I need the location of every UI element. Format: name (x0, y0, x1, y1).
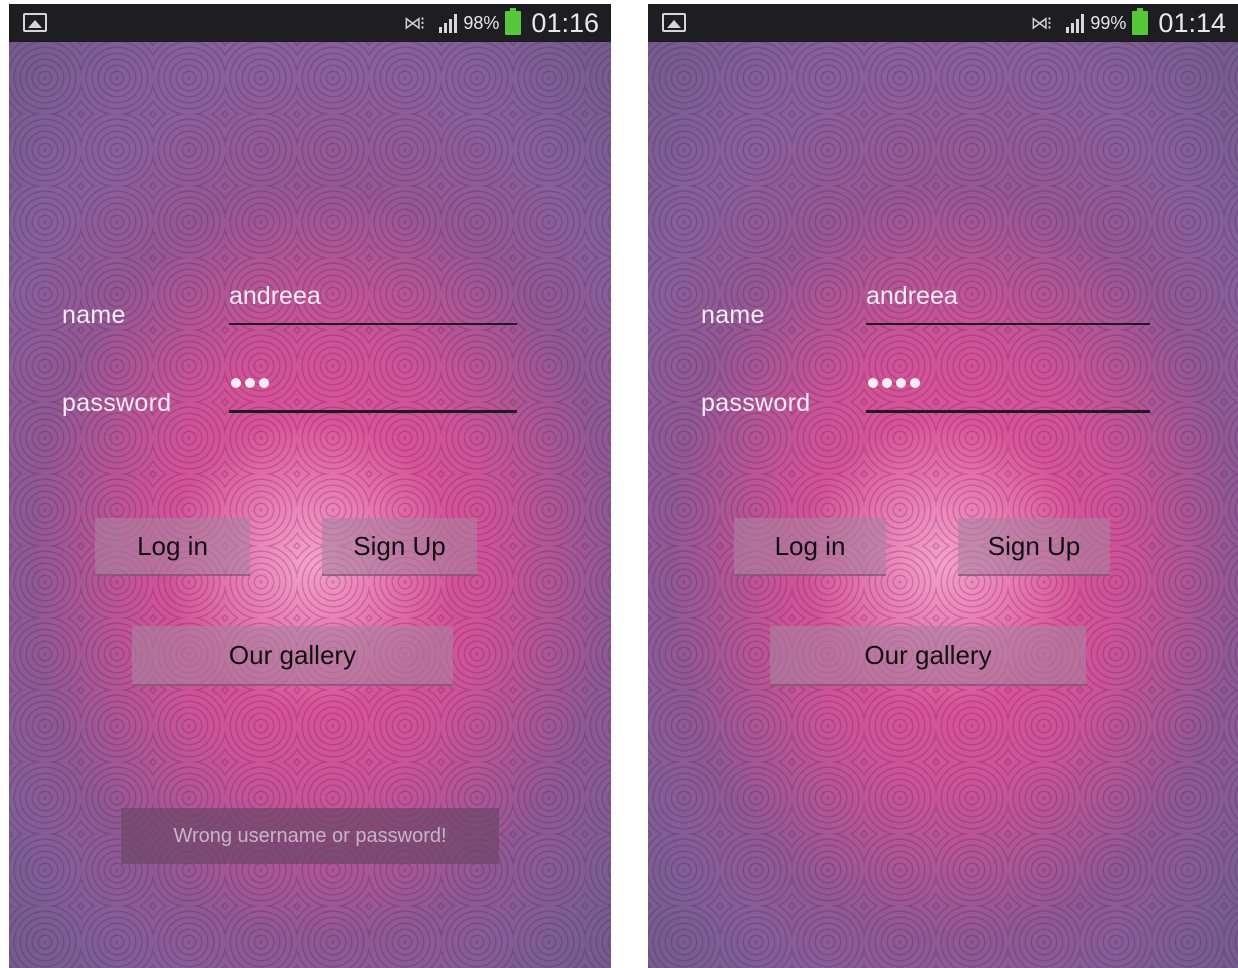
password-dot (910, 378, 920, 388)
battery-percentage: 99% (1090, 12, 1127, 33)
battery-percentage: 98% (463, 12, 500, 33)
password-input[interactable] (866, 376, 1150, 413)
battery-icon (505, 8, 522, 35)
password-dot (896, 378, 906, 388)
status-bar: ⋈⁝ 99% 01:14 (648, 4, 1238, 42)
name-input[interactable]: andreea (229, 282, 517, 325)
status-time: 01:16 (531, 7, 599, 38)
phone-screen-right: ⋈⁝ 99% 01:14 name andreea password Log i… (648, 4, 1238, 968)
password-label: password (62, 389, 172, 417)
password-dot (259, 378, 269, 388)
gallery-icon (23, 13, 47, 32)
status-time: 01:14 (1158, 7, 1226, 38)
login-button[interactable]: Log in (95, 518, 250, 576)
password-input[interactable] (229, 376, 517, 413)
gallery-icon (662, 13, 686, 32)
login-button[interactable]: Log in (734, 518, 886, 576)
password-label: password (701, 389, 811, 417)
background-pattern (648, 42, 1238, 968)
nfc-icon: ⋈⁝ (1030, 12, 1053, 33)
gallery-button[interactable]: Our gallery (770, 626, 1086, 686)
signal-icon (1066, 13, 1085, 33)
nfc-icon: ⋈⁝ (403, 12, 426, 33)
status-bar: ⋈⁝ 98% 01:16 (9, 4, 611, 42)
password-mask (231, 378, 269, 388)
signup-button[interactable]: Sign Up (322, 518, 477, 576)
name-label: name (62, 301, 126, 329)
gallery-button[interactable]: Our gallery (132, 626, 453, 686)
signal-icon (439, 13, 458, 33)
password-dot (882, 378, 892, 388)
password-dot (231, 378, 241, 388)
name-label: name (701, 301, 765, 329)
error-toast: Wrong username or password! (121, 808, 499, 864)
password-dot (868, 378, 878, 388)
name-input-value: andreea (229, 282, 321, 310)
password-mask (868, 378, 920, 388)
battery-icon (1132, 8, 1149, 35)
name-input[interactable]: andreea (866, 282, 1150, 325)
phone-screen-left: ⋈⁝ 98% 01:16 name andreea password Log i… (9, 4, 611, 968)
signup-button[interactable]: Sign Up (958, 518, 1110, 576)
password-dot (245, 378, 255, 388)
name-input-value: andreea (866, 282, 958, 310)
